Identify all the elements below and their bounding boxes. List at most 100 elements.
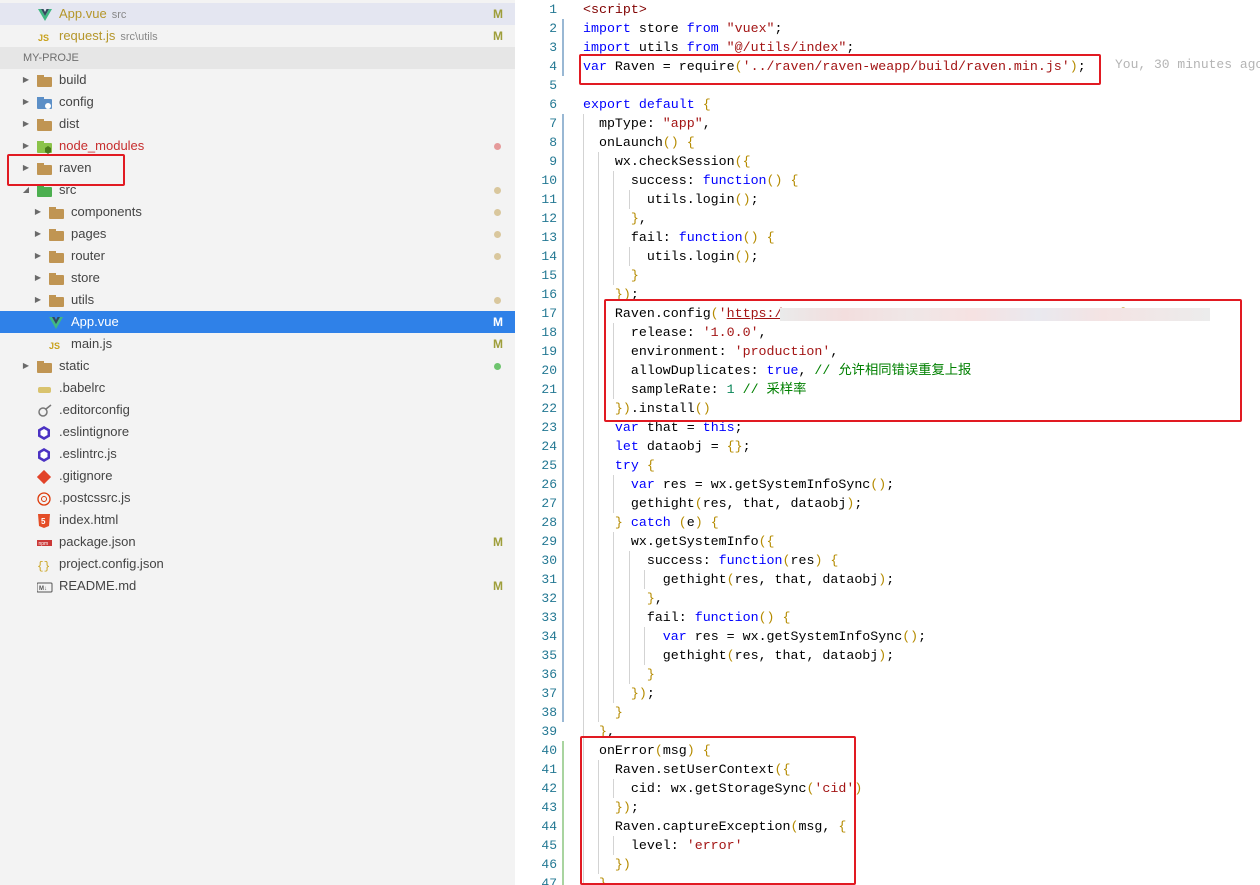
tree-item-pages[interactable]: ▶ pages <box>0 223 515 245</box>
line-number: 6 <box>549 97 557 112</box>
code-line[interactable]: 11 utils.login(); <box>515 190 1260 209</box>
line-number: 40 <box>541 743 557 758</box>
tree-item-static[interactable]: ▶ static <box>0 355 515 377</box>
code-line[interactable]: 33 fail: function() { <box>515 608 1260 627</box>
code-line[interactable]: 28 } catch (e) { <box>515 513 1260 532</box>
line-number: 29 <box>541 534 557 549</box>
code-line[interactable]: 34 var res = wx.getSystemInfoSync(); <box>515 627 1260 646</box>
code-text: } catch (e) { <box>614 515 719 530</box>
code-editor[interactable]: 1 <script> 2 import store from "vuex"; 3 impo… <box>515 0 1260 885</box>
code-line[interactable]: 10 success: function() { <box>515 171 1260 190</box>
tree-item-utils[interactable]: ▶ utils <box>0 289 515 311</box>
tree-item-components[interactable]: ▶ components <box>0 201 515 223</box>
code-line[interactable]: 12 }, <box>515 209 1260 228</box>
tree-item-app-vue[interactable]: App.vue M <box>0 311 515 333</box>
tree-item-eslintignore[interactable]: .eslintignore <box>0 421 515 443</box>
code-line[interactable]: 2 import store from "vuex"; <box>515 19 1260 38</box>
line-number: 8 <box>549 135 557 150</box>
line-number: 32 <box>541 591 557 606</box>
code-line[interactable]: 37 }); <box>515 684 1260 703</box>
line-number: 16 <box>541 287 557 302</box>
explorer-section-header[interactable]: MY-PROJE <box>0 47 515 69</box>
code-text: utils.login(); <box>583 249 759 264</box>
tree-item-store[interactable]: ▶ store <box>0 267 515 289</box>
chevron-right-icon[interactable]: ▶ <box>32 245 44 267</box>
code-line[interactable]: 32 }, <box>515 589 1260 608</box>
chevron-right-icon[interactable]: ▶ <box>32 223 44 245</box>
tree-item-label: store <box>71 270 100 285</box>
chevron-right-icon[interactable]: ▶ <box>32 289 44 311</box>
line-number: 23 <box>541 420 557 435</box>
code-line[interactable]: 1 <script> <box>515 0 1260 19</box>
chevron-right-icon[interactable]: ▶ <box>32 201 44 223</box>
tree-item-router[interactable]: ▶ router <box>0 245 515 267</box>
code-line[interactable]: 27 gethight(res, that, dataobj); <box>515 494 1260 513</box>
code-line[interactable]: 35 gethight(res, that, dataobj); <box>515 646 1260 665</box>
folder-icon <box>37 359 53 373</box>
postcss-icon <box>37 491 53 506</box>
tree-item-postcssrc-js[interactable]: .postcssrc.js <box>0 487 515 509</box>
chevron-right-icon[interactable]: ▶ <box>20 69 32 91</box>
tree-item-label: dist <box>59 116 80 131</box>
tree-item-project-config-json[interactable]: {} project.config.json <box>0 553 515 575</box>
tree-item-config[interactable]: ▶ config <box>0 91 515 113</box>
tree-item-label: build <box>59 72 87 87</box>
tree-item-package-json[interactable]: npm package.json M <box>0 531 515 553</box>
code-line[interactable]: 14 utils.login(); <box>515 247 1260 266</box>
chevron-right-icon[interactable]: ▶ <box>20 91 32 113</box>
git-change-marker <box>562 19 564 76</box>
open-editor-request-js[interactable]: JS request.js src\utils M <box>0 25 515 47</box>
tree-item-dist[interactable]: ▶ dist <box>0 113 515 135</box>
folder-icon <box>49 205 65 219</box>
json-icon: {} <box>37 557 53 573</box>
highlight-box-raven-config <box>604 299 1242 422</box>
npm-icon: npm <box>37 535 53 549</box>
line-number: 20 <box>541 363 557 378</box>
chevron-right-icon[interactable]: ▶ <box>32 267 44 289</box>
line-number: 28 <box>541 515 557 530</box>
code-line[interactable]: 31 gethight(res, that, dataobj); <box>515 570 1260 589</box>
line-number: 39 <box>541 724 557 739</box>
code-line[interactable]: 8 onLaunch() { <box>515 133 1260 152</box>
code-line[interactable]: 30 success: function(res) { <box>515 551 1260 570</box>
code-line[interactable]: 38 } <box>515 703 1260 722</box>
line-number: 2 <box>549 21 557 36</box>
code-text: success: function(res) { <box>583 553 839 568</box>
code-text: success: function() { <box>583 173 799 188</box>
svg-text:{}: {} <box>37 561 50 572</box>
node-folder-icon <box>37 139 53 154</box>
code-line[interactable]: 24 let dataobj = {}; <box>515 437 1260 456</box>
code-text: }, <box>646 591 663 606</box>
line-number: 22 <box>541 401 557 416</box>
tree-item-build[interactable]: ▶ build <box>0 69 515 91</box>
code-line[interactable]: 25 try { <box>515 456 1260 475</box>
git-status-dot <box>494 231 501 238</box>
tree-item-editorconfig[interactable]: .editorconfig <box>0 399 515 421</box>
code-line[interactable]: 15 } <box>515 266 1260 285</box>
tree-item-eslintrc-js[interactable]: .eslintrc.js <box>0 443 515 465</box>
line-number: 17 <box>541 306 557 321</box>
tree-item-label: .gitignore <box>59 468 113 483</box>
open-editor-app-vue[interactable]: App.vue src M <box>0 3 515 25</box>
tree-item-main-js[interactable]: JS main.js M <box>0 333 515 355</box>
tree-item-label: utils <box>71 292 95 307</box>
tree-item-index-html[interactable]: 5 index.html <box>0 509 515 531</box>
tree-item-gitignore[interactable]: .gitignore <box>0 465 515 487</box>
code-text: export default { <box>583 97 711 112</box>
code-line[interactable]: 36 } <box>515 665 1260 684</box>
code-line[interactable]: 13 fail: function() { <box>515 228 1260 247</box>
code-line[interactable]: 6 export default { <box>515 95 1260 114</box>
svg-text:M↓: M↓ <box>39 586 47 592</box>
code-line[interactable]: 29 wx.getSystemInfo({ <box>515 532 1260 551</box>
code-line[interactable]: 26 var res = wx.getSystemInfoSync(); <box>515 475 1260 494</box>
code-line[interactable]: 7 mpType: "app", <box>515 114 1260 133</box>
chevron-right-icon[interactable]: ▶ <box>20 113 32 135</box>
open-editor-label: request.js src\utils <box>59 28 158 43</box>
line-number: 47 <box>541 876 557 885</box>
code-text: gethight(res, that, dataobj); <box>583 496 863 511</box>
code-line[interactable]: 9 wx.checkSession({ <box>515 152 1260 171</box>
chevron-right-icon[interactable]: ▶ <box>20 355 32 377</box>
tree-item-babelrc[interactable]: .babelrc <box>0 377 515 399</box>
tree-item-readme-md[interactable]: M↓ README.md M <box>0 575 515 597</box>
tree-item-label: .editorconfig <box>59 402 130 417</box>
